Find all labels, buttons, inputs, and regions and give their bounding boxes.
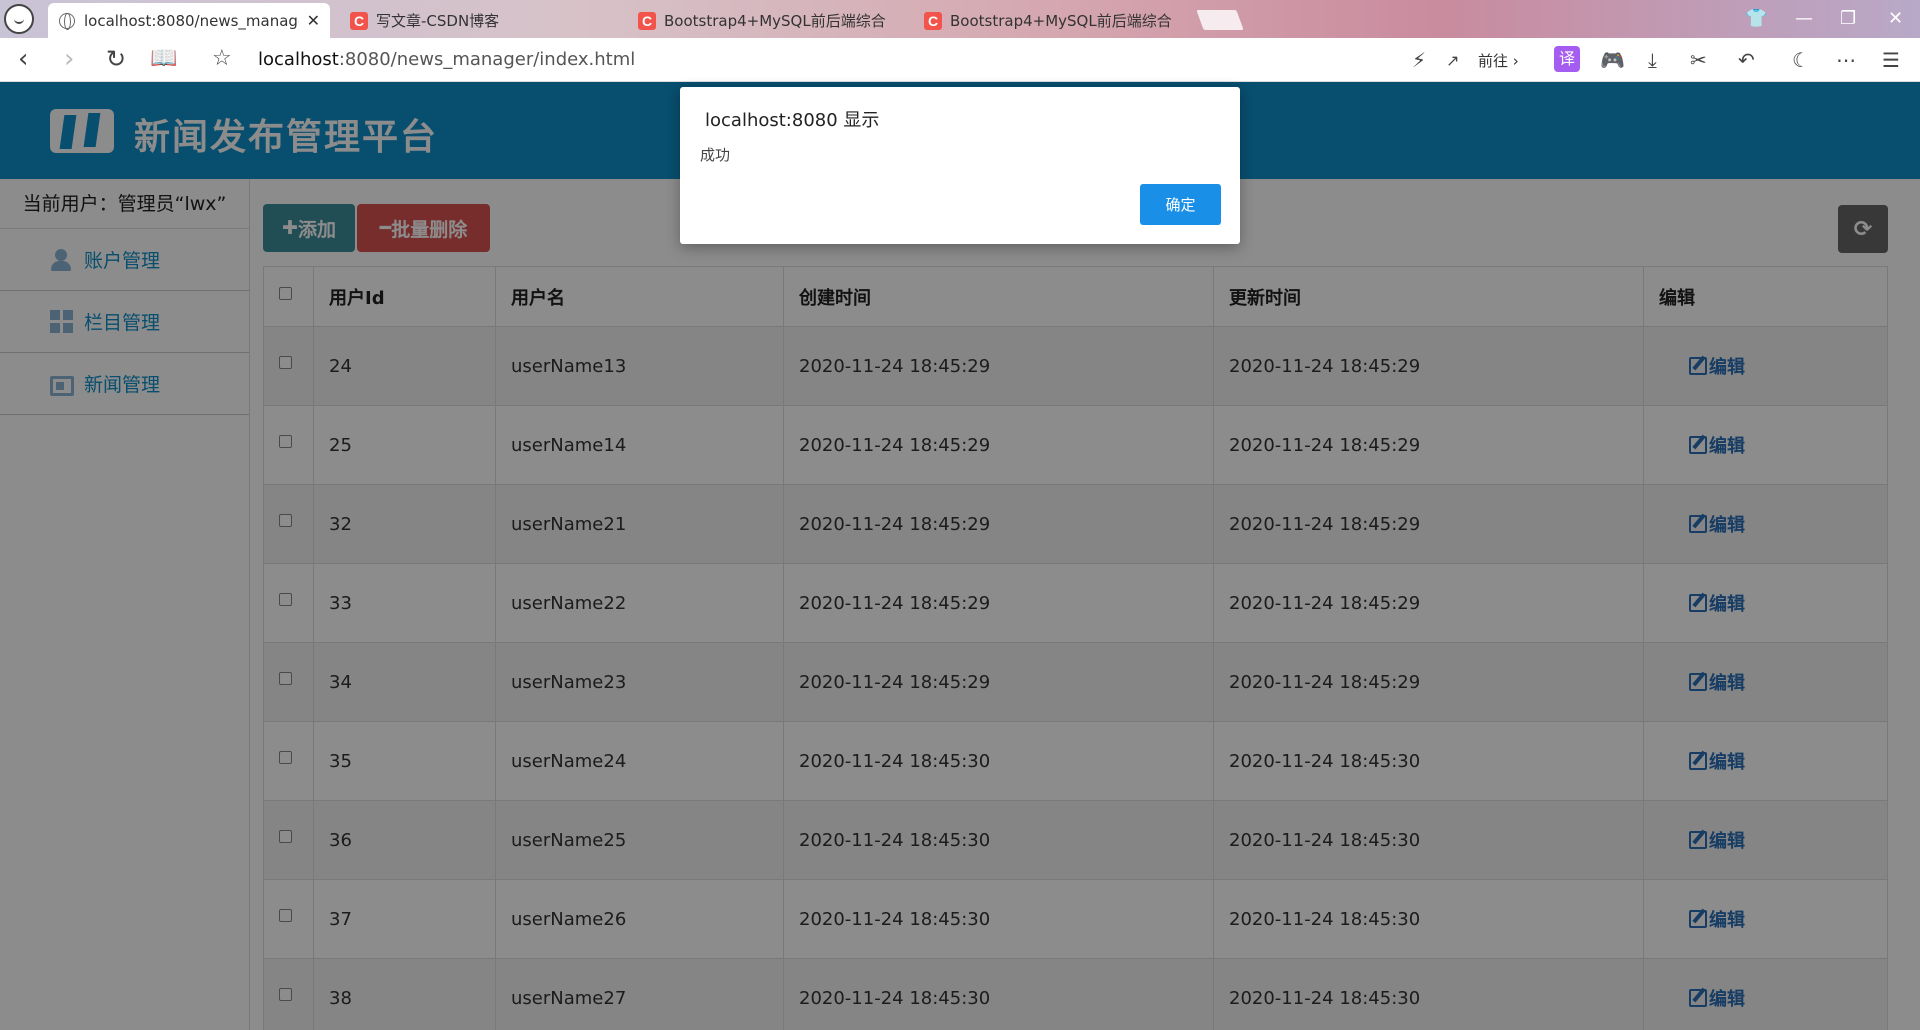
- restore-icon[interactable]: ❐: [1840, 8, 1856, 29]
- ok-button[interactable]: 确定: [1140, 184, 1221, 225]
- tab-csdn-write[interactable]: C 写文章-CSDN博客: [340, 3, 620, 38]
- tab-localhost[interactable]: localhost:8080/news_manage ✕: [48, 3, 330, 38]
- tab-bootstrap-1[interactable]: C Bootstrap4+MySQL前后端综合: [628, 3, 910, 38]
- new-tab-button[interactable]: [1196, 10, 1244, 30]
- globe-icon: [58, 12, 76, 30]
- moon-icon[interactable]: ☾: [1792, 48, 1810, 72]
- download-icon[interactable]: ⤓: [1648, 48, 1657, 72]
- dialog-title: localhost:8080 显示: [705, 110, 880, 131]
- csdn-icon: C: [924, 11, 942, 30]
- goto-button[interactable]: 前往 ›: [1478, 50, 1519, 71]
- tab-title: Bootstrap4+MySQL前后端综合: [950, 12, 1172, 30]
- scissors-icon[interactable]: ✂: [1690, 48, 1707, 72]
- tab-title: 写文章-CSDN博客: [376, 12, 500, 30]
- tab-bootstrap-2[interactable]: C Bootstrap4+MySQL前后端综合: [914, 3, 1196, 38]
- reader-icon[interactable]: 📖: [150, 46, 177, 72]
- goto-label: 前往: [1478, 52, 1509, 70]
- url-path: :8080/news_manager/index.html: [338, 49, 636, 70]
- back-icon[interactable]: ‹: [18, 46, 28, 72]
- tab-title: localhost:8080/news_manage: [84, 11, 299, 30]
- url-host: localhost: [258, 49, 339, 70]
- browser-tab-strip: localhost:8080/news_manage ✕ C 写文章-CSDN博…: [0, 0, 1920, 38]
- close-icon[interactable]: ✕: [307, 11, 320, 30]
- close-window-icon[interactable]: ✕: [1888, 8, 1903, 29]
- minimize-icon[interactable]: —: [1795, 8, 1813, 29]
- forward-icon[interactable]: ›: [64, 46, 74, 72]
- csdn-icon: C: [350, 11, 368, 30]
- shirt-icon[interactable]: 👕: [1745, 8, 1767, 29]
- lightning-icon[interactable]: ⚡: [1412, 48, 1426, 72]
- browser-logo-icon[interactable]: [4, 4, 34, 34]
- reload-icon[interactable]: ↻: [106, 46, 126, 72]
- url-field[interactable]: localhost:8080/news_manager/index.html: [258, 49, 635, 70]
- translate-icon[interactable]: 译: [1554, 46, 1580, 72]
- tab-title: Bootstrap4+MySQL前后端综合: [664, 12, 886, 30]
- dialog-message: 成功: [700, 146, 731, 164]
- csdn-icon: C: [638, 11, 656, 30]
- alert-dialog: localhost:8080 显示 成功 确定: [680, 87, 1240, 244]
- game-icon[interactable]: 🎮: [1600, 48, 1625, 72]
- menu-icon[interactable]: ☰: [1882, 48, 1900, 72]
- undo-icon[interactable]: ↶: [1738, 48, 1755, 72]
- address-bar: ‹ › ↻ 📖 ☆ localhost:8080/news_manager/in…: [0, 38, 1920, 82]
- star-icon[interactable]: ☆: [212, 46, 232, 72]
- more-icon[interactable]: ⋯: [1836, 48, 1856, 72]
- share-icon[interactable]: ↗: [1446, 51, 1459, 70]
